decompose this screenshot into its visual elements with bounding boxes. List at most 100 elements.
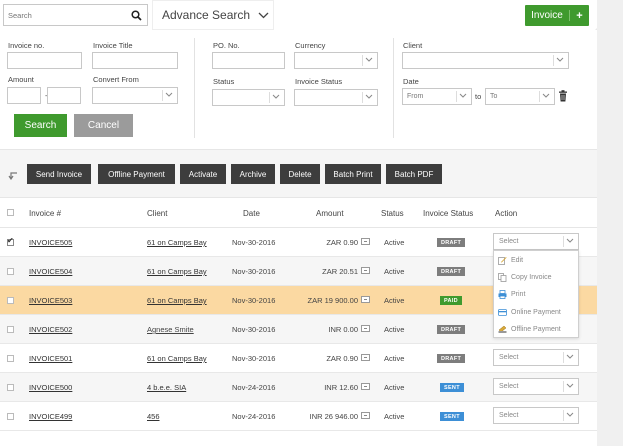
row-checkbox[interactable]	[7, 355, 14, 362]
date-from-value: From	[407, 93, 424, 100]
send-invoice-button[interactable]: Send Invoice	[27, 164, 91, 184]
amount-label: Amount	[8, 75, 34, 84]
client-link[interactable]: 61 on Camps Bay	[147, 296, 207, 305]
archive-button[interactable]: Archive	[231, 164, 275, 184]
pdf-icon[interactable]	[361, 296, 370, 303]
date-label: Date	[403, 77, 419, 86]
batch-pdf-button[interactable]: Batch PDF	[386, 164, 442, 184]
currency-select[interactable]	[294, 52, 378, 69]
invoice-title-label: Invoice Title	[93, 41, 133, 50]
status-badge: SENT	[440, 412, 464, 421]
client-link[interactable]: 4 b.e.e. SIA	[147, 383, 186, 392]
status-text: Active	[384, 354, 405, 363]
new-invoice-label: Invoice	[525, 10, 570, 21]
column-header-client[interactable]: Client	[147, 209, 167, 218]
status-label: Status	[213, 77, 235, 86]
menu-item-offline-payment[interactable]: Offline Payment	[498, 322, 561, 336]
advanced-search-panel: Invoice no. Invoice Title Amount - Conve…	[0, 30, 597, 150]
client-link[interactable]: 61 on Camps Bay	[147, 354, 207, 363]
menu-item-print[interactable]: Print	[498, 287, 525, 301]
pdf-icon[interactable]	[361, 238, 370, 245]
invoice-number-link[interactable]: INVOICE503	[29, 296, 72, 305]
search-input[interactable]	[4, 5, 124, 25]
invoice-amount: INR 26 946.00	[309, 412, 358, 421]
invoice-number-link[interactable]: INVOICE505	[29, 238, 72, 247]
amount-max-input[interactable]	[47, 87, 81, 104]
row-checkbox[interactable]	[7, 413, 14, 420]
column-header-date[interactable]: Date	[243, 209, 260, 218]
menu-item-online-payment[interactable]: Online Payment	[498, 305, 561, 319]
invoice-number-link[interactable]: INVOICE499	[29, 412, 72, 421]
pdf-icon[interactable]	[361, 354, 370, 361]
status-text: Active	[384, 383, 405, 392]
status-text: Active	[384, 412, 405, 421]
date-from-select[interactable]: From	[402, 88, 472, 105]
advance-search-toggle[interactable]: Advance Search	[152, 0, 274, 30]
action-select-value: Select	[499, 238, 519, 245]
new-invoice-button[interactable]: Invoice +	[525, 5, 589, 26]
menu-item-copy-invoice[interactable]: Copy Invoice	[498, 270, 551, 284]
invoice-no-input[interactable]	[7, 52, 82, 69]
chevron-down-icon	[365, 94, 373, 99]
menu-item-edit[interactable]: Edit	[498, 253, 523, 267]
cancel-button[interactable]: Cancel	[74, 114, 133, 137]
po-no-input[interactable]	[212, 52, 285, 69]
invoice-list-page: Advance Search Invoice + Invoice no. Inv…	[0, 0, 597, 446]
offline-payment-button[interactable]: Offline Payment	[98, 164, 175, 184]
po-no-label: PO. No.	[213, 41, 240, 50]
pdf-icon[interactable]	[361, 267, 370, 274]
client-select[interactable]	[402, 52, 569, 69]
date-to-value: To	[490, 93, 498, 100]
return-arrow-icon[interactable]	[8, 172, 18, 180]
invoice-amount: INR 0.00	[328, 325, 358, 334]
plus-icon: +	[576, 9, 583, 22]
row-checkbox[interactable]	[7, 297, 14, 304]
invoice-status-select[interactable]	[294, 89, 378, 106]
date-to-select[interactable]: To	[485, 88, 555, 105]
batch-print-button[interactable]: Batch Print	[325, 164, 381, 184]
client-link[interactable]: 61 on Camps Bay	[147, 267, 207, 276]
action-select[interactable]: Select	[493, 407, 579, 424]
invoice-number-link[interactable]: INVOICE504	[29, 267, 72, 276]
row-checkbox[interactable]	[7, 268, 14, 275]
pdf-icon[interactable]	[361, 325, 370, 332]
trash-icon[interactable]	[558, 90, 568, 102]
invoice-title-input[interactable]	[92, 52, 178, 69]
date-to-separator: to	[475, 92, 482, 101]
client-link[interactable]: Agnese Smite	[147, 325, 194, 334]
chevron-down-icon	[365, 57, 373, 62]
action-select[interactable]: Select	[493, 233, 579, 250]
status-select[interactable]	[212, 89, 285, 106]
row-checkbox[interactable]	[7, 236, 14, 246]
currency-label: Currency	[295, 41, 326, 50]
pdf-icon[interactable]	[361, 383, 370, 390]
client-link[interactable]: 61 on Camps Bay	[147, 238, 207, 247]
column-header-status[interactable]: Status	[381, 209, 404, 218]
column-header-invoice-status[interactable]: Invoice Status	[423, 209, 473, 218]
printer-icon	[498, 289, 507, 299]
invoice-number-link[interactable]: INVOICE500	[29, 383, 72, 392]
column-header-amount[interactable]: Amount	[316, 209, 344, 218]
invoice-number-link[interactable]: INVOICE501	[29, 354, 72, 363]
delete-button[interactable]: Delete	[280, 164, 320, 184]
convert-from-label: Convert From	[93, 75, 139, 84]
action-select[interactable]: Select	[493, 349, 579, 366]
select-all-checkbox[interactable]	[7, 209, 14, 216]
column-header-invoice[interactable]: Invoice #	[29, 209, 61, 218]
search-button[interactable]	[125, 5, 147, 25]
action-select-value: Select	[499, 383, 519, 390]
amount-min-input[interactable]	[7, 87, 41, 104]
convert-from-select[interactable]	[92, 87, 178, 104]
row-checkbox[interactable]	[7, 326, 14, 333]
invoice-number-link[interactable]: INVOICE502	[29, 325, 72, 334]
status-badge: DRAFT	[437, 354, 466, 363]
bulk-action-toolbar: Send Invoice Offline Payment Activate Ar…	[0, 150, 597, 198]
activate-button[interactable]: Activate	[180, 164, 226, 184]
client-link[interactable]: 456	[147, 412, 160, 421]
row-checkbox[interactable]	[7, 384, 14, 391]
divider	[393, 38, 394, 138]
chevron-down-icon	[165, 92, 173, 97]
search-submit-button[interactable]: Search	[14, 114, 67, 137]
pdf-icon[interactable]	[361, 412, 370, 419]
action-select[interactable]: Select	[493, 378, 579, 395]
